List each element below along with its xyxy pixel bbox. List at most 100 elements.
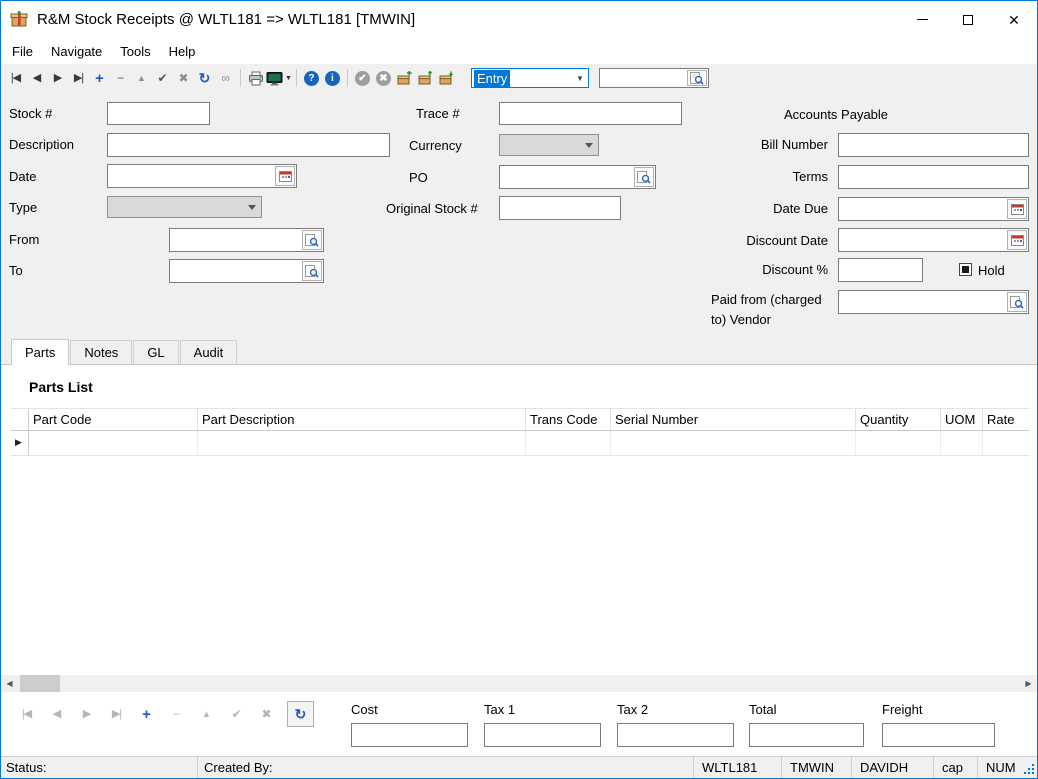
cell-part-code[interactable] [29,431,198,455]
mode-combobox[interactable]: Entry ▼ [471,68,589,88]
date-due-field[interactable] [838,197,1029,221]
save-row-button[interactable]: ✔ [223,701,250,727]
cell-serial-number[interactable] [611,431,856,455]
column-header-quantity[interactable]: Quantity [856,409,941,430]
void-button[interactable]: ✖ [373,67,394,89]
scrollbar-track[interactable] [18,675,1020,692]
menu-navigate[interactable]: Navigate [42,40,111,63]
tab-parts[interactable]: Parts [11,339,69,365]
bill-number-field[interactable] [838,133,1029,157]
prev-row-button[interactable]: ◀ [43,701,70,727]
scroll-left-button[interactable]: ◀ [1,675,18,692]
freight-input[interactable] [882,723,995,747]
receive-parts-button[interactable] [394,67,415,89]
tab-notes[interactable]: Notes [70,340,132,364]
type-dropdown[interactable] [107,196,262,218]
from-field[interactable] [169,228,324,252]
table-row[interactable]: ▶ [11,431,1029,456]
total-input[interactable] [749,723,864,747]
minimize-button[interactable] [899,1,945,38]
bill-number-input[interactable] [839,134,1028,156]
discount-pct-field[interactable] [838,258,923,282]
terms-field[interactable] [838,165,1029,189]
tab-audit[interactable]: Audit [180,340,238,364]
cell-quantity[interactable] [856,431,941,455]
cell-part-description[interactable] [198,431,526,455]
quick-search-field[interactable] [599,68,709,88]
prev-record-button[interactable]: ◀ [26,67,47,89]
refresh-rows-button[interactable]: ↻ [287,701,314,727]
from-search-button[interactable] [302,230,322,250]
column-header-trans-code[interactable]: Trans Code [526,409,611,430]
issue-parts-button[interactable] [415,67,436,89]
date-due-input[interactable] [839,198,1006,220]
trace-input[interactable] [500,103,681,124]
po-search-button[interactable] [634,167,654,187]
save-button[interactable]: ✔ [152,67,173,89]
cancel-row-button[interactable]: ✖ [253,701,280,727]
to-search-button[interactable] [302,261,322,281]
vendor-search-button[interactable] [1007,292,1027,312]
date-field[interactable] [107,164,297,188]
original-stock-field[interactable] [499,196,621,220]
cell-trans-code[interactable] [526,431,611,455]
description-input[interactable] [108,134,389,156]
po-input[interactable] [500,166,633,188]
first-record-button[interactable]: |◀ [5,67,26,89]
info-button[interactable]: i [322,67,343,89]
description-field[interactable] [107,133,390,157]
date-input[interactable] [108,165,274,187]
quick-search-input[interactable] [600,69,686,87]
po-field[interactable] [499,165,656,189]
discount-date-input[interactable] [839,229,1006,251]
column-header-uom[interactable]: UOM [941,409,983,430]
column-header-serial-number[interactable]: Serial Number [611,409,856,430]
scroll-right-button[interactable]: ▶ [1020,675,1037,692]
tax2-input[interactable] [617,723,734,747]
menu-help[interactable]: Help [160,40,205,63]
trace-field[interactable] [499,102,682,125]
resize-grip[interactable] [1019,757,1037,778]
cell-uom[interactable] [941,431,983,455]
last-record-button[interactable]: ▶| [68,67,89,89]
original-stock-input[interactable] [500,197,620,219]
next-record-button[interactable]: ▶ [47,67,68,89]
up-button[interactable]: ▲ [131,67,152,89]
column-header-part-description[interactable]: Part Description [198,409,526,430]
add-row-button[interactable]: + [133,701,160,727]
first-row-button[interactable]: |◀ [13,701,40,727]
date-due-picker-button[interactable] [1007,199,1027,219]
date-picker-button[interactable] [275,166,295,186]
next-row-button[interactable]: ▶ [73,701,100,727]
cancel-button[interactable]: ✖ [173,67,194,89]
cell-rate[interactable] [983,431,1029,455]
quick-search-button[interactable] [687,70,707,86]
refresh-button[interactable]: ↻ [194,67,215,89]
stock-input[interactable] [108,103,209,124]
to-field[interactable] [169,259,324,283]
row-selector[interactable]: ▶ [11,431,29,455]
discount-date-picker-button[interactable] [1007,230,1027,250]
column-header-rate[interactable]: Rate [983,409,1029,430]
hold-checkbox[interactable] [959,263,972,276]
currency-dropdown[interactable] [499,134,599,156]
vendor-field[interactable] [838,290,1029,314]
help-button[interactable]: ? [301,67,322,89]
cost-input[interactable] [351,723,468,747]
maximize-button[interactable] [945,1,991,38]
menu-tools[interactable]: Tools [111,40,159,63]
scrollbar-thumb[interactable] [20,675,60,692]
menu-file[interactable]: File [3,40,42,63]
discount-date-field[interactable] [838,228,1029,252]
last-row-button[interactable]: ▶| [103,701,130,727]
discount-pct-input[interactable] [839,259,922,281]
vendor-input[interactable] [839,291,1006,313]
tab-gl[interactable]: GL [133,340,178,364]
screen-view-button[interactable]: ▼ [266,67,292,89]
approve-button[interactable]: ✔ [352,67,373,89]
up-row-button[interactable]: ▲ [193,701,220,727]
return-parts-button[interactable] [436,67,457,89]
close-button[interactable]: ✕ [991,1,1037,38]
from-input[interactable] [170,229,301,251]
terms-input[interactable] [839,166,1028,188]
